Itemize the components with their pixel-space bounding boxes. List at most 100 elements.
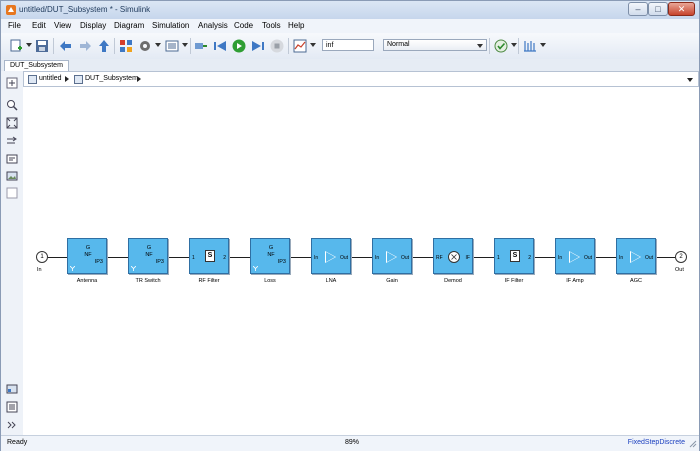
- toolbar-separator: [114, 38, 115, 54]
- if-filter-block[interactable]: 1 S 2: [494, 238, 534, 274]
- param-g: G: [85, 245, 91, 251]
- inport-label: In: [37, 267, 42, 273]
- signal-line[interactable]: [412, 257, 433, 258]
- fit-to-view-icon[interactable]: [6, 117, 18, 129]
- signal-line[interactable]: [351, 257, 372, 258]
- library-browser-icon[interactable]: [119, 39, 133, 53]
- resize-grip-icon[interactable]: [689, 440, 697, 448]
- save-icon[interactable]: [35, 39, 49, 53]
- lna-block[interactable]: In Out: [311, 238, 351, 274]
- grid-dropdown-caret[interactable]: [540, 43, 546, 47]
- step-back-icon[interactable]: [213, 39, 227, 53]
- port-in-label: In: [558, 255, 563, 261]
- rf-filter-block[interactable]: 1 S 2: [189, 238, 229, 274]
- breadcrumb-arrow-icon[interactable]: [137, 76, 141, 82]
- breadcrumb: untitled DUT_Subsystem: [23, 71, 699, 87]
- signal-line[interactable]: [473, 257, 494, 258]
- signal-line[interactable]: [595, 257, 616, 258]
- outport-block[interactable]: 2: [675, 251, 687, 263]
- model-config-icon[interactable]: [138, 39, 152, 53]
- scope-dropdown-caret[interactable]: [310, 43, 316, 47]
- maximize-button[interactable]: □: [648, 2, 668, 16]
- signal-line[interactable]: [107, 257, 128, 258]
- data-inspector-icon[interactable]: [194, 39, 208, 53]
- toolbar-separator: [190, 38, 191, 54]
- step-forward-icon[interactable]: [251, 39, 265, 53]
- menu-file[interactable]: File: [8, 21, 21, 30]
- menu-view[interactable]: View: [54, 21, 71, 30]
- image-icon[interactable]: [6, 170, 18, 182]
- back-icon[interactable]: [59, 39, 73, 53]
- config-dropdown-caret[interactable]: [155, 43, 161, 47]
- run-icon[interactable]: [232, 39, 246, 53]
- check-dropdown-caret[interactable]: [511, 43, 517, 47]
- arrow-icon[interactable]: [6, 135, 18, 147]
- port-rf-label: RF: [436, 255, 443, 261]
- menu-help[interactable]: Help: [288, 21, 304, 30]
- simulation-mode-value: Normal: [387, 41, 410, 48]
- breadcrumb-item-untitled[interactable]: untitled: [39, 75, 62, 82]
- subsystem-icon: [74, 75, 83, 84]
- toolbar-separator: [489, 38, 490, 54]
- port-in-label: In: [375, 255, 380, 261]
- annotation-icon[interactable]: [6, 153, 18, 165]
- chevron-down-icon[interactable]: [687, 78, 693, 82]
- signal-line[interactable]: [290, 257, 311, 258]
- menu-simulation[interactable]: Simulation: [152, 21, 189, 30]
- zoom-icon[interactable]: [6, 99, 18, 111]
- block-label: Antenna: [76, 278, 98, 284]
- menu-diagram[interactable]: Diagram: [114, 21, 144, 30]
- menu-code[interactable]: Code: [234, 21, 253, 30]
- gain-block[interactable]: In Out: [372, 238, 412, 274]
- signal-line[interactable]: [534, 257, 555, 258]
- menu-display[interactable]: Display: [80, 21, 106, 30]
- breadcrumb-arrow-icon[interactable]: [65, 76, 69, 82]
- if-amp-block[interactable]: In Out: [555, 238, 595, 274]
- loss-block[interactable]: G NF IP3: [250, 238, 290, 274]
- stop-time-input[interactable]: inf: [322, 39, 374, 51]
- solver-link[interactable]: FixedStepDiscrete: [628, 439, 685, 446]
- explorer-icon[interactable]: [165, 39, 179, 53]
- menu-analysis[interactable]: Analysis: [198, 21, 228, 30]
- tr-switch-block[interactable]: G NF IP3: [128, 238, 168, 274]
- model-canvas[interactable]: 1 In G NF IP3 Antenna G NF IP3 TR Switch…: [23, 87, 699, 435]
- param-nf: NF: [84, 252, 92, 258]
- property-inspector-icon[interactable]: [6, 401, 18, 413]
- breadcrumb-item-dut-subsystem[interactable]: DUT_Subsystem: [85, 75, 138, 82]
- toolbar-separator: [518, 38, 519, 54]
- param-ip3: IP3: [277, 259, 286, 265]
- menu-edit[interactable]: Edit: [32, 21, 46, 30]
- stop-icon[interactable]: [270, 39, 284, 53]
- grid-icon[interactable]: [523, 39, 537, 53]
- close-button[interactable]: ✕: [668, 2, 695, 16]
- expand-palette-icon[interactable]: [6, 419, 18, 431]
- block-label: IF Filter: [504, 278, 524, 284]
- check-icon[interactable]: [494, 39, 508, 53]
- signal-line[interactable]: [48, 257, 67, 258]
- mixer-icon: [448, 251, 460, 263]
- signal-line[interactable]: [168, 257, 189, 258]
- chevron-down-icon: [477, 44, 483, 48]
- minimize-button[interactable]: –: [628, 2, 648, 16]
- agc-block[interactable]: In Out: [616, 238, 656, 274]
- scope-icon[interactable]: [293, 39, 307, 53]
- inport-block[interactable]: 1: [36, 251, 48, 263]
- explorer-dropdown-caret[interactable]: [182, 43, 188, 47]
- area-icon[interactable]: [6, 187, 18, 199]
- hide-browser-icon[interactable]: [6, 77, 18, 89]
- param-g: G: [268, 245, 274, 251]
- menu-tools[interactable]: Tools: [262, 21, 281, 30]
- forward-icon[interactable]: [78, 39, 92, 53]
- demod-block[interactable]: RF IF: [433, 238, 473, 274]
- signal-line[interactable]: [229, 257, 250, 258]
- model-browser-icon[interactable]: [6, 383, 18, 395]
- antenna-block[interactable]: G NF IP3: [67, 238, 107, 274]
- param-nf: NF: [267, 252, 275, 258]
- port-out-label: Out: [339, 255, 348, 261]
- new-model-icon[interactable]: [9, 39, 23, 53]
- new-dropdown-caret[interactable]: [26, 43, 32, 47]
- signal-line[interactable]: [656, 257, 675, 258]
- up-icon[interactable]: [97, 39, 111, 53]
- status-text: Ready: [7, 439, 28, 446]
- simulation-mode-select[interactable]: Normal: [383, 39, 487, 51]
